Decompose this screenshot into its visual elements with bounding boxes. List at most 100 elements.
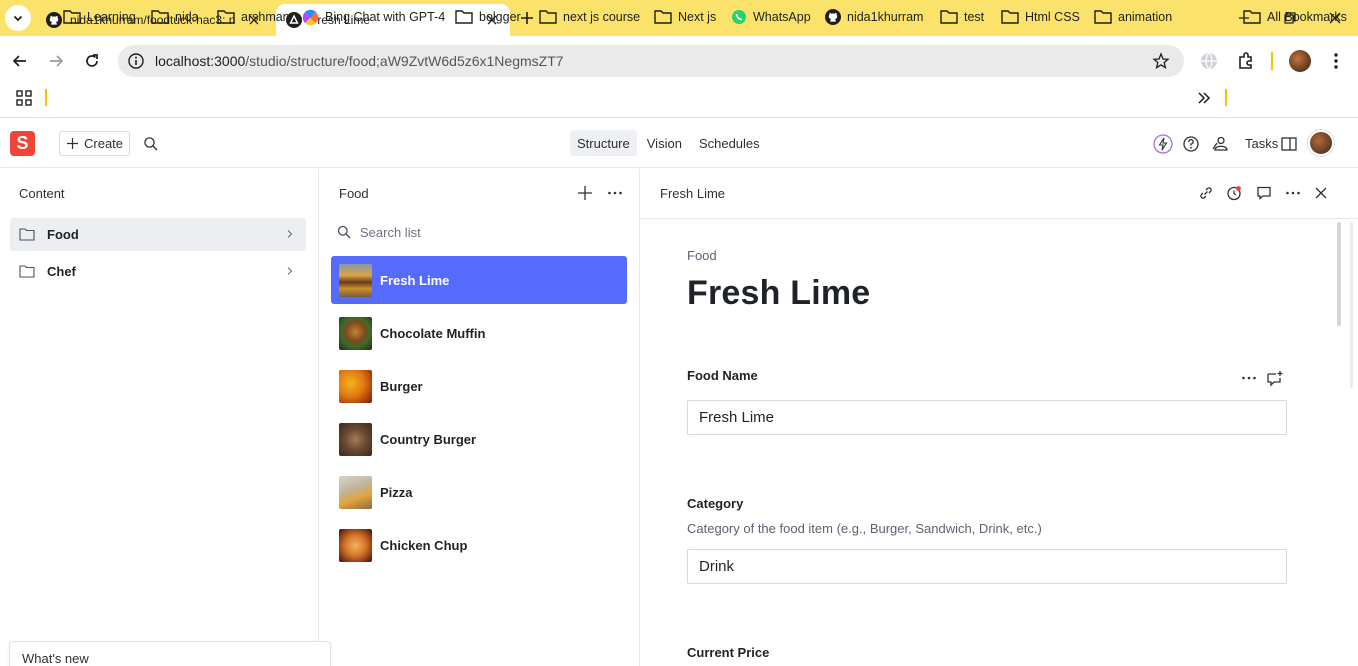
document-title: Fresh Lime — [687, 274, 871, 312]
chevron-right-icon — [287, 267, 293, 275]
github-icon — [46, 12, 62, 28]
bookmarks-bar — [0, 84, 1358, 118]
food-thumbnail — [339, 528, 372, 562]
search-icon — [337, 225, 351, 239]
forward-arrow-icon[interactable] — [47, 52, 65, 70]
link-icon[interactable] — [1197, 184, 1215, 202]
folder-icon — [654, 10, 672, 24]
food-name-label: Food Name — [687, 368, 758, 383]
tab-search-button[interactable] — [5, 5, 31, 31]
folder-icon — [63, 10, 81, 24]
food-thumbnail — [339, 263, 372, 297]
content-pane-title: Content — [19, 186, 65, 201]
category-description: Category of the food item (e.g., Burger,… — [687, 521, 1042, 536]
folder-icon — [455, 10, 473, 24]
review-changes-icon[interactable] — [1225, 184, 1243, 202]
bookmark-bolgger[interactable]: bolgger — [455, 6, 521, 28]
food-pane-title: Food — [339, 186, 369, 201]
document-header — [640, 169, 1358, 219]
create-button[interactable]: Create — [59, 131, 130, 156]
document-type-label: Food — [687, 248, 717, 263]
bookmark-next-js[interactable]: Next js — [654, 6, 716, 28]
food-thumbnail — [339, 369, 372, 403]
bookmark-nida1khurram[interactable]: nida1khurram — [825, 6, 923, 28]
category-input[interactable]: Drink — [687, 549, 1287, 584]
tab-structure[interactable]: Structure — [570, 130, 637, 156]
field-more-options-icon[interactable] — [1240, 369, 1258, 387]
copilot-icon — [302, 9, 319, 25]
search-icon[interactable] — [143, 136, 159, 152]
extensions-puzzle-icon[interactable] — [1236, 51, 1256, 71]
toolbar-separator — [1271, 52, 1273, 70]
list-item-pizza[interactable]: Pizza — [331, 468, 627, 516]
list-item-fresh-lime[interactable]: Fresh Lime — [331, 256, 627, 304]
folder-icon — [151, 10, 169, 24]
folder-icon — [539, 10, 557, 24]
site-info-icon[interactable] — [127, 52, 145, 70]
reload-icon[interactable] — [83, 52, 101, 70]
lightning-bolt-icon[interactable] — [1153, 134, 1173, 154]
kebab-menu-icon[interactable] — [1326, 51, 1346, 71]
bookmark-whatsapp[interactable]: WhatsApp — [731, 6, 811, 28]
bookmark-nida[interactable]: nida — [151, 6, 199, 28]
studio-tool-tabs: Structure Vision Schedules — [570, 130, 770, 156]
food-thumbnail — [339, 316, 372, 350]
more-options-icon[interactable] — [606, 184, 624, 202]
url-text: localhost:3000/studio/structure/food;aW9… — [155, 53, 564, 69]
add-comment-icon[interactable] — [1266, 369, 1284, 387]
search-list-input[interactable]: Search list — [331, 220, 627, 244]
content-item-food[interactable]: Food — [10, 218, 306, 251]
tab-vision[interactable]: Vision — [640, 130, 689, 156]
add-document-icon[interactable] — [576, 184, 594, 202]
whats-new-button[interactable]: What's new — [9, 641, 331, 666]
folder-icon — [1243, 10, 1261, 24]
tasks-button[interactable]: Tasks — [1245, 136, 1278, 151]
bookmark-html-css[interactable]: Html CSS — [1001, 6, 1080, 28]
content-item-chef[interactable]: Chef — [10, 255, 306, 288]
profile-avatar[interactable] — [1289, 50, 1311, 72]
bookmark-test[interactable]: test — [940, 6, 984, 28]
bookmark-animation[interactable]: animation — [1094, 6, 1172, 28]
document-header-title: Fresh Lime — [660, 186, 726, 201]
apps-grid-icon[interactable] — [16, 90, 32, 106]
split-panel-icon[interactable] — [1279, 134, 1299, 154]
back-arrow-icon[interactable] — [11, 52, 29, 70]
folder-icon — [19, 228, 35, 241]
current-price-label: Current Price — [687, 645, 770, 660]
tab-schedules[interactable]: Schedules — [692, 130, 767, 156]
bookmark-bing-chat[interactable]: Bing Chat with GPT-4 — [302, 6, 445, 28]
bookmark-separator — [1225, 89, 1227, 106]
folder-icon — [217, 10, 235, 24]
user-avatar[interactable] — [1308, 130, 1334, 156]
bookmark-learning[interactable]: Learning — [63, 6, 136, 28]
list-item-chicken-chup[interactable]: Chicken Chup — [331, 521, 627, 569]
all-bookmarks[interactable]: All Bookmarks — [1243, 6, 1347, 28]
bookmark-separator — [45, 89, 47, 106]
more-options-icon[interactable] — [1284, 184, 1302, 202]
document-scrollbar-thumb[interactable] — [1337, 222, 1341, 326]
category-label: Category — [687, 496, 744, 511]
more-bookmarks-chevron-icon[interactable] — [1197, 92, 1211, 104]
studio-logo[interactable]: S — [10, 131, 35, 156]
folder-icon — [19, 265, 35, 278]
plus-icon — [67, 138, 78, 149]
food-thumbnail — [339, 422, 372, 456]
address-bar[interactable]: localhost:3000/studio/structure/food;aW9… — [118, 45, 1184, 77]
chevron-right-icon — [287, 230, 293, 238]
globe-extension-icon[interactable] — [1199, 51, 1219, 71]
folder-icon — [1094, 10, 1112, 24]
list-item-burger[interactable]: Burger — [331, 362, 627, 410]
bookmark-arshman[interactable]: arshman — [217, 6, 290, 28]
users-icon[interactable] — [1210, 134, 1230, 154]
list-item-country-burger[interactable]: Country Burger — [331, 415, 627, 463]
help-icon[interactable] — [1181, 134, 1201, 154]
close-pane-icon[interactable] — [1312, 184, 1330, 202]
whatsapp-icon — [732, 10, 746, 24]
folder-icon — [940, 10, 958, 24]
page-scrollbar[interactable] — [1350, 222, 1353, 388]
food-name-input[interactable]: Fresh Lime — [687, 400, 1287, 435]
bookmark-next-js-course[interactable]: next js course — [539, 6, 640, 28]
list-item-chocolate-muffin[interactable]: Chocolate Muffin — [331, 309, 627, 357]
bookmark-star-icon[interactable] — [1152, 52, 1170, 70]
comments-icon[interactable] — [1255, 184, 1273, 202]
